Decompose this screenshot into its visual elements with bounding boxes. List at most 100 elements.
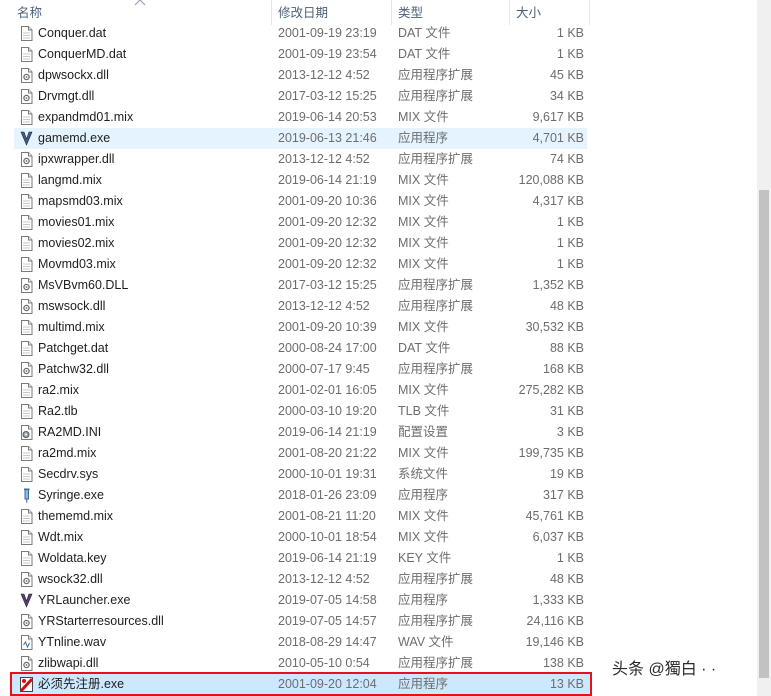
mix-file-icon (21, 194, 33, 209)
file-row[interactable]: Wdt.mix 2000-10-01 18:54 MIX 文件 6,037 KB (14, 527, 587, 548)
file-row[interactable]: movies02.mix 2001-09-20 12:32 MIX 文件 1 KB (14, 233, 587, 254)
file-row[interactable]: YRStarterresources.dll 2019-07-05 14:57 应用… (14, 611, 587, 632)
file-name: Conquer.dat (38, 26, 107, 40)
file-type: 应用程序扩展 (398, 362, 474, 376)
file-row[interactable]: YTnline.wav 2018-08-29 14:47 WAV 文件 19,146 … (14, 632, 587, 653)
file-row[interactable]: ConquerMD.dat 2001-09-19 23:54 DAT 文件 1 KB (14, 44, 587, 65)
file-type: DAT 文件 (398, 47, 451, 61)
mix-file-icon (21, 530, 33, 545)
register-app-icon (20, 677, 33, 692)
file-modified-date: 2013-12-12 4:52 (278, 572, 370, 586)
file-type: 应用程序扩展 (398, 89, 474, 103)
file-row[interactable]: ipxwrapper.dll 2013-12-12 4:52 应用程序扩展 74 KB (14, 149, 587, 170)
file-row[interactable]: Patchget.dat 2000-08-24 17:00 DAT 文件 88 KB (14, 338, 587, 359)
file-name: zlibwapi.dll (38, 656, 99, 670)
file-size: 9,617 KB (532, 110, 584, 124)
file-modified-date: 2001-09-20 10:39 (278, 320, 377, 334)
file-modified-date: 2001-09-20 12:32 (278, 215, 377, 229)
file-type: MIX 文件 (398, 383, 449, 397)
file-type: 应用程序扩展 (398, 152, 474, 166)
file-size: 1 KB (556, 47, 584, 61)
file-type: 应用程序扩展 (398, 278, 474, 292)
file-row[interactable]: ra2md.mix 2001-08-20 21:22 MIX 文件 199,735 K… (14, 443, 587, 464)
file-size: 138 KB (542, 656, 584, 670)
sort-ascending-icon[interactable] (133, 0, 147, 7)
file-row[interactable]: YRLauncher.exe 2019-07-05 14:58 应用程序 1,333 … (14, 590, 587, 611)
column-header-date[interactable]: 修改日期 (272, 0, 392, 25)
file-modified-date: 2019-06-14 21:19 (278, 425, 377, 439)
file-row[interactable]: mapsmd03.mix 2001-09-20 10:36 MIX 文件 4,317 … (14, 191, 587, 212)
file-type: 应用程序扩展 (398, 299, 474, 313)
file-modified-date: 2019-07-05 14:58 (278, 593, 377, 607)
file-modified-date: 2001-09-19 23:19 (278, 26, 377, 40)
file-type: 应用程序扩展 (398, 656, 474, 670)
file-size: 31 KB (549, 404, 584, 418)
file-size: 275,282 KB (518, 383, 584, 397)
column-header-size[interactable]: 大小 (510, 0, 590, 25)
file-size: 1 KB (556, 551, 584, 565)
watermark: 头条 @獨白 · · (612, 661, 717, 678)
file-type: TLB 文件 (398, 404, 450, 418)
file-row[interactable]: RA2MD.INI 2019-06-14 21:19 配置设置 3 KB (14, 422, 587, 443)
file-modified-date: 2001-09-20 10:36 (278, 194, 377, 208)
vertical-scrollbar[interactable] (757, 0, 771, 696)
file-modified-date: 2013-12-12 4:52 (278, 68, 370, 82)
file-row[interactable]: movies01.mix 2001-09-20 12:32 MIX 文件 1 KB (14, 212, 587, 233)
file-modified-date: 2000-10-01 18:54 (278, 530, 377, 544)
mix-file-icon (21, 383, 33, 398)
file-type: MIX 文件 (398, 257, 449, 271)
file-size: 199,735 KB (518, 446, 584, 460)
file-row[interactable]: ra2.mix 2001-02-01 16:05 MIX 文件 275,282 KB (14, 380, 587, 401)
file-type: 系统文件 (398, 467, 449, 481)
file-name: ipxwrapper.dll (38, 152, 115, 166)
ini-settings-icon (21, 425, 33, 440)
mix-file-icon (21, 173, 33, 188)
file-modified-date: 2019-06-14 20:53 (278, 110, 377, 124)
file-size: 4,317 KB (532, 194, 584, 208)
file-name: gamemd.exe (38, 131, 111, 145)
file-row[interactable]: 必须先注册.exe 2001-09-20 12:04 应用程序 13 KB (10, 672, 592, 696)
file-row[interactable]: gamemd.exe 2019-06-13 21:46 应用程序 4,701 KB (14, 128, 587, 149)
file-size: 74 KB (549, 152, 584, 166)
column-header-type[interactable]: 类型 (392, 0, 510, 25)
file-row[interactable]: expandmd01.mix 2019-06-14 20:53 MIX 文件 9,61… (14, 107, 587, 128)
file-name: expandmd01.mix (38, 110, 134, 124)
file-name: ra2md.mix (38, 446, 97, 460)
file-size: 1 KB (556, 215, 584, 229)
file-row[interactable]: zlibwapi.dll 2010-05-10 0:54 应用程序扩展 138 KB (14, 653, 587, 674)
file-name: Patchget.dat (38, 341, 109, 355)
scrollbar-thumb[interactable] (759, 190, 769, 678)
file-row[interactable]: thememd.mix 2001-08-21 11:20 MIX 文件 45,761 … (14, 506, 587, 527)
wav-file-icon (21, 635, 33, 650)
file-row[interactable]: Drvmgt.dll 2017-03-12 15:25 应用程序扩展 34 KB (14, 86, 587, 107)
mix-file-icon (21, 320, 33, 335)
file-row[interactable]: wsock32.dll 2013-12-12 4:52 应用程序扩展 48 KB (14, 569, 587, 590)
file-row[interactable]: Patchw32.dll 2000-07-17 9:45 应用程序扩展 168 KB (14, 359, 587, 380)
file-modified-date: 2013-12-12 4:52 (278, 299, 370, 313)
file-modified-date: 2018-01-26 23:09 (278, 488, 377, 502)
tlb-file-icon (21, 404, 33, 419)
dll-file-icon (21, 572, 33, 587)
file-name: mapsmd03.mix (38, 194, 123, 208)
file-name: Syringe.exe (38, 488, 105, 502)
file-row[interactable]: multimd.mix 2001-09-20 10:39 MIX 文件 30,532 … (14, 317, 587, 338)
file-row[interactable]: Secdrv.sys 2000-10-01 19:31 系统文件 19 KB (14, 464, 587, 485)
file-name: movies02.mix (38, 236, 115, 250)
file-size: 48 KB (549, 572, 584, 586)
file-size: 19,146 KB (525, 635, 584, 649)
file-modified-date: 2019-06-14 21:19 (278, 173, 377, 187)
file-type: MIX 文件 (398, 446, 449, 460)
file-size: 1 KB (556, 236, 584, 250)
file-size: 1 KB (556, 26, 584, 40)
file-row[interactable]: Conquer.dat 2001-09-19 23:19 DAT 文件 1 KB (14, 23, 587, 44)
file-row[interactable]: langmd.mix 2019-06-14 21:19 MIX 文件 120,088 … (14, 170, 587, 191)
file-row[interactable]: MsVBvm60.DLL 2017-03-12 15:25 应用程序扩展 1,352 … (14, 275, 587, 296)
file-row[interactable]: Woldata.key 2019-06-14 21:19 KEY 文件 1 KB (14, 548, 587, 569)
file-row[interactable]: dpwsockx.dll 2013-12-12 4:52 应用程序扩展 45 KB (14, 65, 587, 86)
sys-file-icon (21, 467, 33, 482)
file-row[interactable]: Movmd03.mix 2001-09-20 12:32 MIX 文件 1 KB (14, 254, 587, 275)
file-row[interactable]: Syringe.exe 2018-01-26 23:09 应用程序 317 KB (14, 485, 587, 506)
file-name: dpwsockx.dll (38, 68, 109, 82)
file-row[interactable]: mswsock.dll 2013-12-12 4:52 应用程序扩展 48 KB (14, 296, 587, 317)
file-row[interactable]: Ra2.tlb 2000-03-10 19:20 TLB 文件 31 KB (14, 401, 587, 422)
